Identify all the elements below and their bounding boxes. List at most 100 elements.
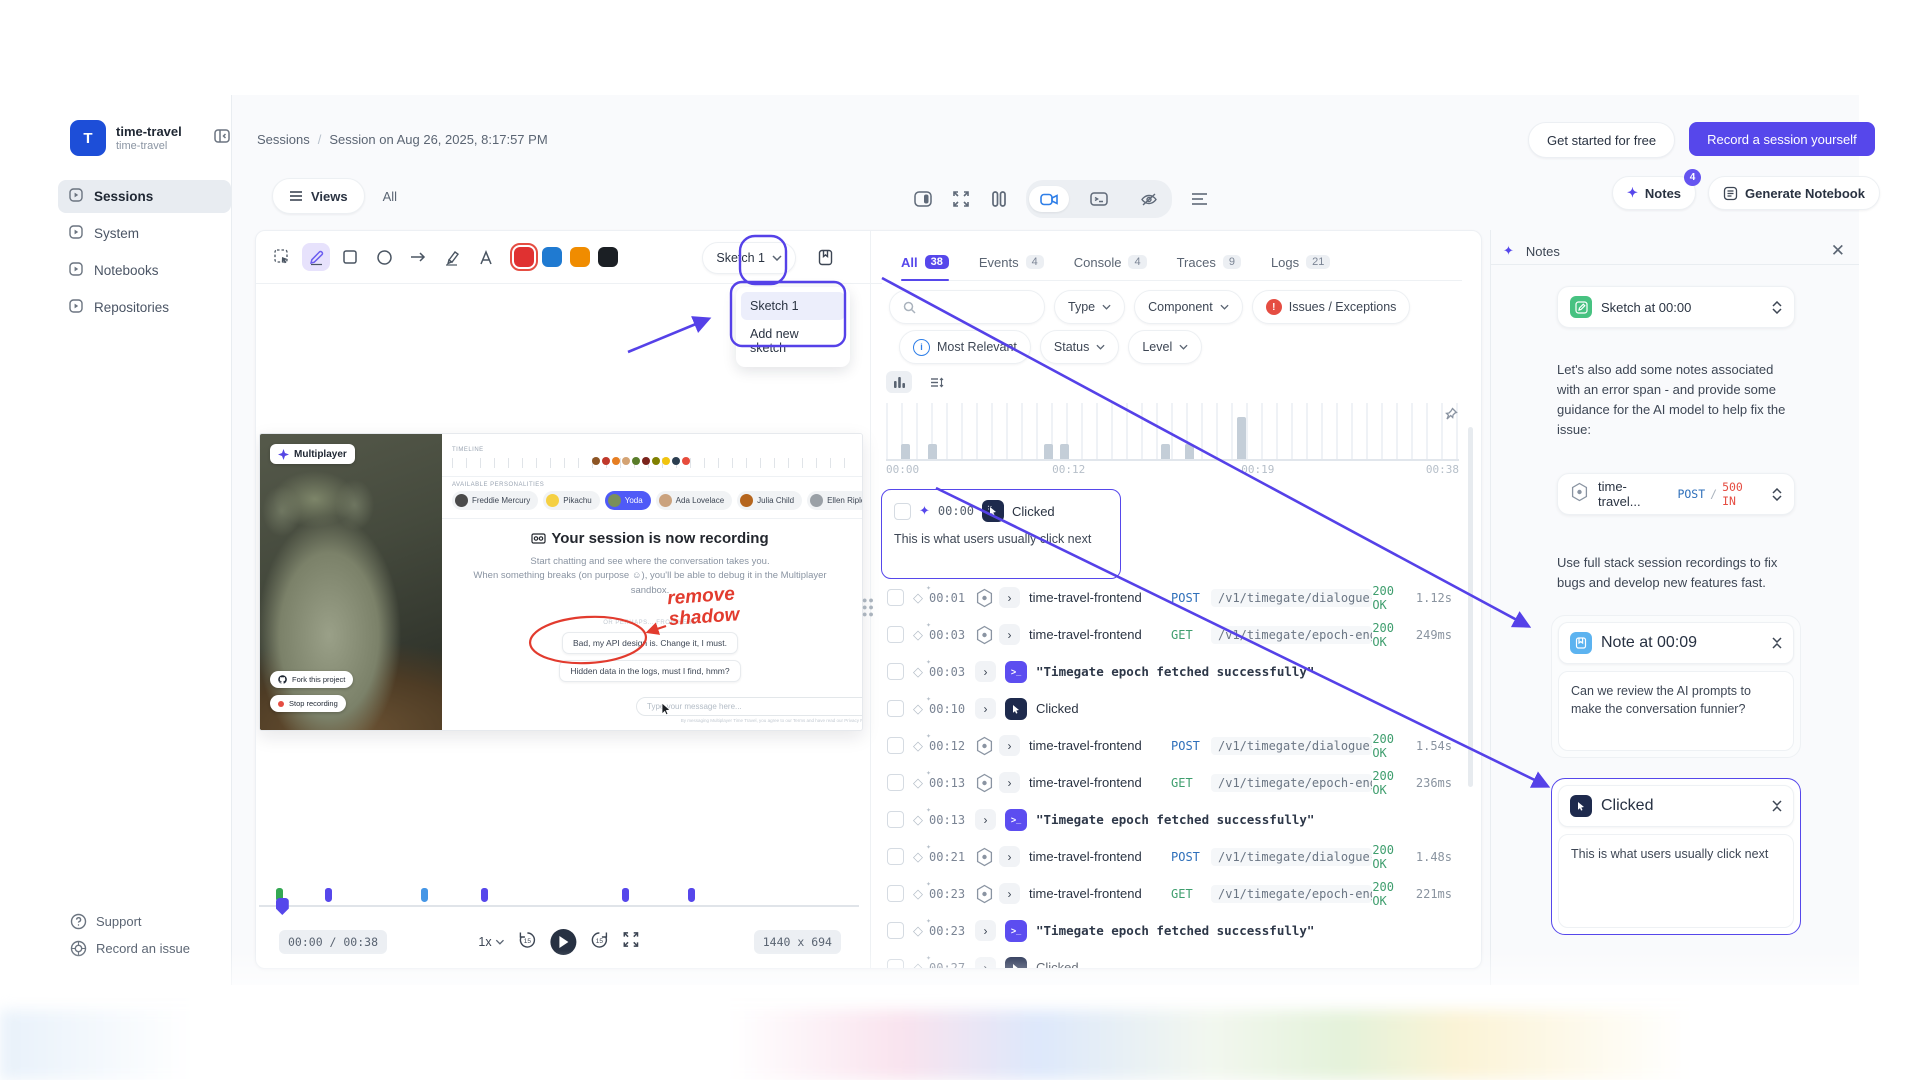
event-list-icon[interactable] xyxy=(1188,188,1210,210)
event-row[interactable]: ◇ 00:03 › >_ "Ti xyxy=(871,653,1481,690)
generate-notebook-button[interactable]: Generate Notebook xyxy=(1708,176,1880,210)
color-swatch-black[interactable] xyxy=(598,247,618,267)
scrubber-marker[interactable] xyxy=(688,888,695,902)
error-span-pill[interactable]: time-travel... POST / 500 IN xyxy=(1557,473,1795,515)
personality-chip[interactable]: Freddie Mercury xyxy=(452,491,539,510)
unfold-icon[interactable] xyxy=(1772,300,1782,314)
event-checkbox[interactable] xyxy=(887,811,904,828)
clicked-note-card[interactable]: Clicked This is what users usually click… xyxy=(1551,778,1801,935)
type-filter[interactable]: Type xyxy=(1054,290,1126,324)
rectangle-tool[interactable] xyxy=(336,243,364,271)
expand-row-button[interactable]: › xyxy=(975,661,996,682)
event-row[interactable]: ◇ 00:03 › time-travel-frontend GET /v1/t… xyxy=(871,616,1481,653)
pencil-tool[interactable] xyxy=(302,243,330,271)
pinned-event-card[interactable]: ✦ 00:00 Clicked This is what users usual… xyxy=(881,489,1121,579)
expand-row-button[interactable]: › xyxy=(975,698,996,719)
breadcrumb-root[interactable]: Sessions xyxy=(257,132,310,147)
expand-row-button[interactable]: › xyxy=(999,587,1020,608)
note-card-body[interactable]: Can we review the AI prompts to make the… xyxy=(1558,671,1794,751)
event-row[interactable]: ◇ 00:10 › >_ xyxy=(871,690,1481,727)
suggestion-chip-2[interactable]: Hidden data in the logs, must I find, hm… xyxy=(559,659,741,682)
pin-icon[interactable] xyxy=(1444,407,1458,426)
sketch-note-card[interactable]: Sketch at 00:00 xyxy=(1557,286,1795,328)
sidebar-item[interactable]: Notebooks xyxy=(58,254,231,287)
clicked-card-body[interactable]: This is what users usually click next xyxy=(1558,834,1794,928)
video-mode-button[interactable] xyxy=(1029,186,1069,212)
sidebar-item[interactable]: Sessions xyxy=(58,180,231,213)
event-checkbox[interactable] xyxy=(887,626,904,643)
expand-row-button[interactable]: › xyxy=(999,772,1020,793)
personality-chip[interactable]: Ellen Ripley xyxy=(807,491,862,510)
color-swatch-blue[interactable] xyxy=(542,247,562,267)
sketchbook-icon[interactable] xyxy=(810,243,840,271)
replay-scrubber[interactable] xyxy=(259,886,859,915)
expand-row-button[interactable]: › xyxy=(999,624,1020,645)
fold-icon[interactable] xyxy=(1772,637,1782,649)
scrubber-marker[interactable] xyxy=(481,888,488,902)
expand-row-button[interactable]: › xyxy=(999,735,1020,756)
expand-row-button[interactable]: › xyxy=(999,846,1020,867)
stop-recording-button[interactable]: Stop recording xyxy=(270,695,346,712)
sketch-menu-item[interactable]: Sketch 1 xyxy=(741,292,845,320)
list-toggle[interactable] xyxy=(924,371,950,393)
scrubber-marker[interactable] xyxy=(421,888,428,902)
sketch-selector[interactable]: Sketch 1 xyxy=(702,242,796,274)
event-checkbox[interactable] xyxy=(887,774,904,791)
views-button[interactable]: Views xyxy=(272,178,365,214)
color-swatch-orange[interactable] xyxy=(570,247,590,267)
events-tab[interactable]: Logs 21 xyxy=(1271,244,1331,280)
fullscreen-icon[interactable] xyxy=(950,188,972,210)
issues-filter[interactable]: ! Issues / Exceptions xyxy=(1251,290,1411,324)
fold-icon[interactable] xyxy=(1772,800,1782,812)
get-started-button[interactable]: Get started for free xyxy=(1528,122,1676,158)
expand-row-button[interactable]: › xyxy=(999,883,1020,904)
status-filter[interactable]: Status xyxy=(1039,330,1120,364)
event-checkbox[interactable] xyxy=(887,700,904,717)
hide-mode-button[interactable] xyxy=(1129,186,1169,212)
event-row[interactable]: ◇ 00:01 › time-travel-frontend POST /v1/… xyxy=(871,579,1481,616)
record-session-button[interactable]: Record a session yourself xyxy=(1689,122,1875,156)
event-row[interactable]: ◇ 00:23 › >_ "Ti xyxy=(871,912,1481,949)
close-notes-icon[interactable]: ✕ xyxy=(1831,241,1845,261)
notes-toggle-button[interactable]: ✦ Notes 4 xyxy=(1612,169,1702,210)
events-tab[interactable]: Console 4 xyxy=(1074,244,1147,280)
event-checkbox[interactable] xyxy=(887,589,904,606)
search-input[interactable] xyxy=(889,290,1045,324)
personality-chip[interactable]: Julia Child xyxy=(737,491,803,510)
expand-row-button[interactable]: › xyxy=(975,920,996,941)
event-checkbox[interactable] xyxy=(887,663,904,680)
color-swatch-red[interactable] xyxy=(510,243,538,271)
event-checkbox[interactable] xyxy=(887,737,904,754)
playback-speed-selector[interactable]: 1x xyxy=(478,935,505,949)
suggestion-chip-1[interactable]: Bad, my API design is. Change it, I must… xyxy=(561,631,739,654)
expand-row-button[interactable]: › xyxy=(975,809,996,830)
event-checkbox[interactable] xyxy=(887,848,904,865)
workspace-switcher[interactable]: T time-travel time-travel xyxy=(55,120,231,156)
select-tool[interactable] xyxy=(268,243,296,271)
event-row[interactable]: ◇ 00:12 › time-travel-frontend POST /v1/… xyxy=(871,727,1481,764)
level-filter[interactable]: Level xyxy=(1128,330,1203,364)
personality-chip[interactable]: Yoda xyxy=(604,491,651,510)
histogram-toggle[interactable] xyxy=(886,371,912,393)
event-row[interactable]: ◇ 00:23 › time-travel-frontend GET /v1/t… xyxy=(871,875,1481,912)
support-link[interactable]: Support xyxy=(58,913,190,930)
collapse-sidebar-icon[interactable] xyxy=(213,127,231,150)
events-histogram[interactable] xyxy=(886,403,1459,461)
panel-right-icon[interactable] xyxy=(912,188,934,210)
event-row[interactable]: ◇ 00:13 › >_ "Ti xyxy=(871,801,1481,838)
event-row[interactable]: ◇ 00:21 › time-travel-frontend POST /v1/… xyxy=(871,838,1481,875)
unfold-icon[interactable] xyxy=(1772,487,1782,501)
all-views-link[interactable]: All xyxy=(383,189,397,204)
event-checkbox[interactable] xyxy=(894,502,911,520)
scrubber-marker[interactable] xyxy=(325,888,332,902)
playhead[interactable] xyxy=(275,898,289,915)
sidebar-item[interactable]: System xyxy=(58,217,231,250)
event-row[interactable]: ◇ 00:13 › time-travel-frontend GET /v1/t… xyxy=(871,764,1481,801)
arrow-tool[interactable] xyxy=(404,243,432,271)
personality-chip[interactable]: Pikachu xyxy=(543,491,600,510)
scrubber-track[interactable] xyxy=(259,905,859,907)
text-tool[interactable] xyxy=(472,243,500,271)
events-tab[interactable]: Events 4 xyxy=(979,244,1044,280)
console-mode-button[interactable] xyxy=(1079,186,1119,212)
component-filter[interactable]: Component xyxy=(1134,290,1243,324)
